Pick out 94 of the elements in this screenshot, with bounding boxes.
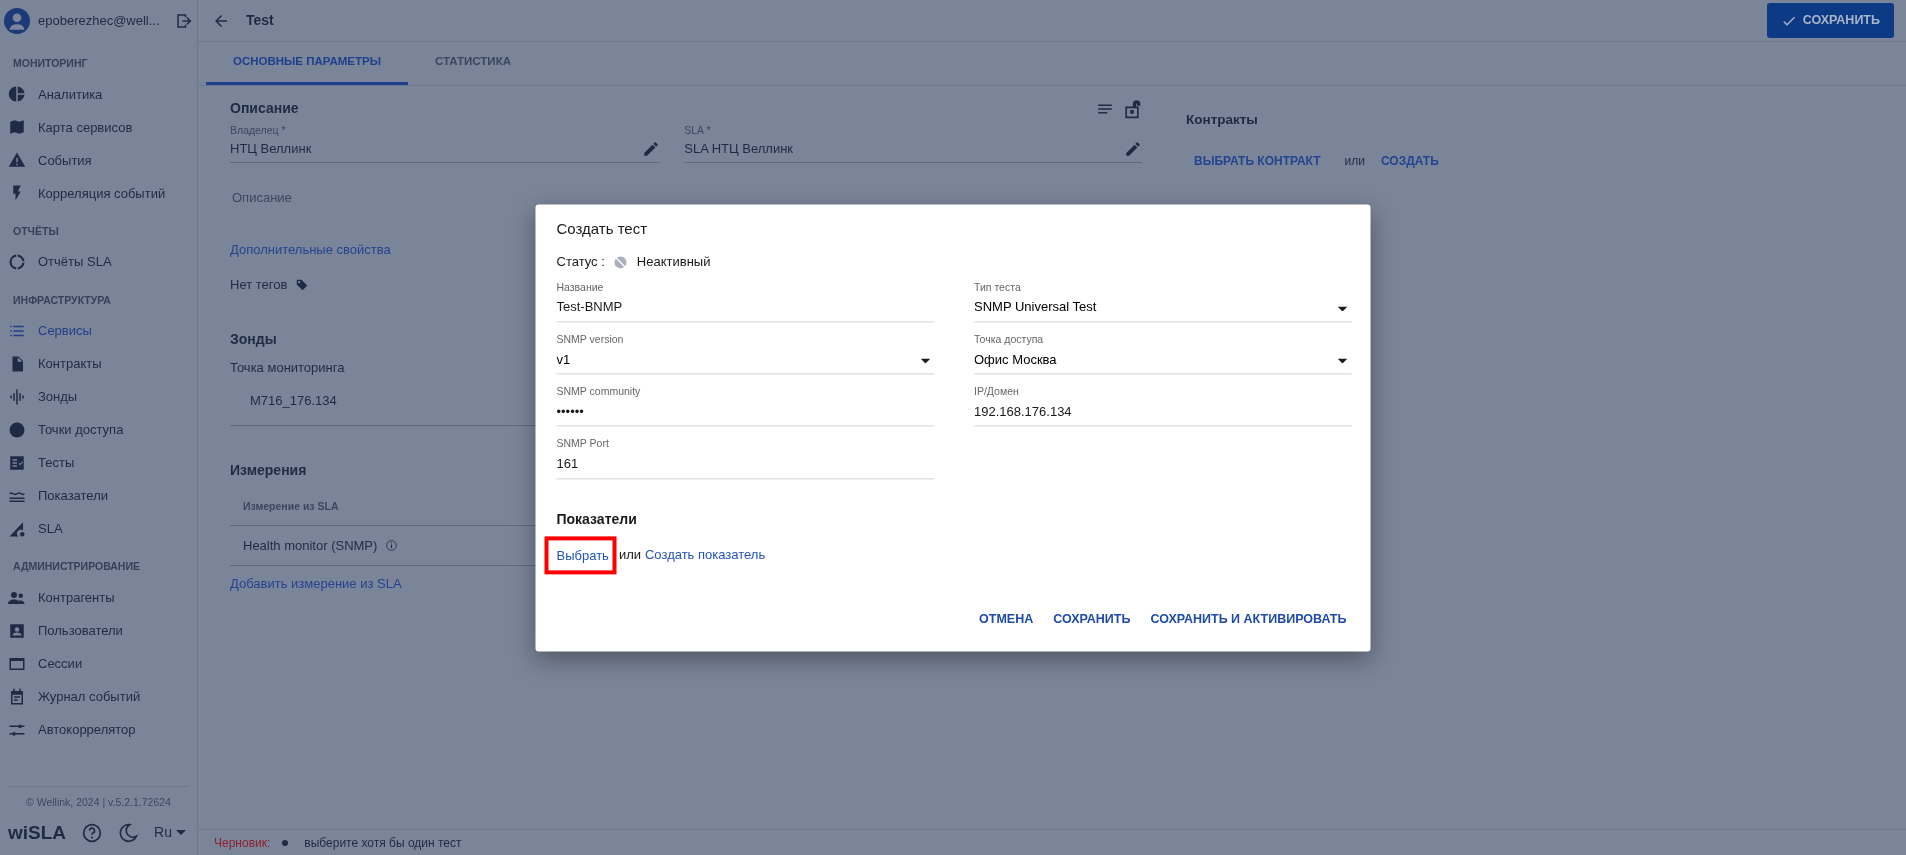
sidebar-item[interactable]: Сессии — [0, 647, 197, 680]
sidebar-item[interactable]: Аналитика — [0, 77, 197, 111]
waveform-icon — [8, 387, 26, 406]
bullet-icon — [282, 839, 289, 846]
tab[interactable]: СТАТИСТИКА — [408, 42, 538, 85]
table-cell-text: Health monitor (SNMP) — [243, 536, 378, 555]
sidebar-item[interactable]: SLA — [0, 512, 197, 546]
info-icon[interactable] — [385, 538, 399, 552]
pencil-icon[interactable] — [1124, 140, 1142, 159]
field-value: SLA НТЦ Веллинк — [684, 139, 795, 158]
field-label: Название — [556, 279, 605, 295]
checklist-icon — [8, 453, 26, 472]
dropdown-field[interactable]: Офис Москва — [974, 347, 1338, 374]
field-value: НТЦ Веллинк — [230, 139, 313, 158]
field-label: IP/Домен — [974, 384, 1020, 400]
tags-text: Нет тегов — [230, 276, 288, 295]
section-title: Контракты — [1186, 111, 1258, 129]
calendar-icon — [8, 687, 26, 706]
more-properties-link[interactable]: Дополнительные свойства — [230, 239, 391, 260]
field-label: SNMP Port — [556, 436, 610, 452]
field-label: SLA * — [684, 123, 712, 138]
sidebar-item[interactable]: Тесты — [0, 446, 197, 480]
dialog-button[interactable]: ОТМЕНА — [971, 604, 1042, 636]
section-title: Зонды — [230, 329, 277, 349]
tag-icon[interactable] — [295, 278, 310, 292]
section-title: Измерения — [230, 460, 307, 480]
input-field[interactable]: 192.168.176.134 — [974, 400, 1352, 427]
logout-icon[interactable] — [175, 12, 193, 30]
sidebar-item[interactable]: Зонды — [0, 380, 197, 414]
sidebar-item[interactable]: Отчёты SLA — [0, 245, 197, 279]
field-label: SNMP version — [556, 332, 625, 348]
input-field[interactable]: Test-BNMP — [556, 295, 934, 323]
draft-label: Черновик: — [214, 834, 271, 852]
or-text: или — [618, 546, 641, 565]
unlock-icon[interactable] — [1122, 98, 1142, 119]
sidebar-item[interactable]: События — [0, 143, 197, 177]
tab[interactable]: ОСНОВНЫЕ ПАРАМЕТРЫ — [206, 42, 408, 85]
caret-icon — [1337, 358, 1348, 364]
caret-icon — [1337, 305, 1348, 311]
user-email: epoberezhec@well... — [38, 12, 161, 31]
dropdown-field[interactable]: SNMP Universal Test — [974, 295, 1338, 322]
moon-icon[interactable] — [118, 822, 139, 843]
field-label: Тип теста — [974, 279, 1022, 295]
sidebar-item[interactable]: Карта сервисов — [0, 110, 197, 144]
help-icon[interactable] — [82, 822, 103, 843]
sidebar-item[interactable]: Автокоррелятор — [0, 713, 197, 746]
sidebar-item[interactable]: Контракты — [0, 347, 197, 381]
add-measurement-link[interactable]: Добавить измерение из SLA — [230, 574, 402, 594]
create-metric-link[interactable]: Создать показатель — [645, 545, 766, 565]
sidebar-item[interactable]: Контрагенты — [0, 581, 197, 614]
logo: wiSLA — [8, 820, 67, 845]
caret-icon — [175, 830, 186, 836]
field-label: Владелец * — [230, 123, 287, 138]
caret-icon — [920, 358, 930, 364]
sidebar-item[interactable]: Сервисы — [0, 314, 197, 348]
warning-icon — [8, 151, 26, 170]
status-message: выберите хотя бы один тест — [304, 834, 462, 852]
sidebar-item[interactable]: Журнал событий — [0, 680, 197, 713]
save-button[interactable]: СОХРАНИТЬ — [1766, 3, 1894, 38]
dialog-button[interactable]: СОХРАНИТЬ — [1045, 604, 1139, 636]
section-heading: ИНФРАСТРУКТУРА — [12, 292, 112, 308]
input-field[interactable]: •••••• — [556, 400, 934, 427]
or-text: или — [1344, 153, 1365, 171]
field-label: Точка доступа — [974, 332, 1045, 348]
field-label: SNMP community — [556, 384, 642, 400]
subsection-title: Точка мониторинга — [230, 358, 345, 377]
sidebar-item[interactable]: Показатели — [0, 479, 197, 513]
copyright-text: © Wellink, 2024 | v.5.2.1.72624 — [8, 785, 189, 819]
avatar-icon — [4, 8, 30, 34]
dropdown-field[interactable]: v1 — [556, 347, 920, 374]
sidebar-item[interactable]: Корреляция событий — [0, 176, 197, 210]
create-contract-link[interactable]: СОЗДАТЬ — [1381, 152, 1439, 171]
input-field[interactable]: 161 — [556, 452, 934, 479]
language-dropdown[interactable]: Ru — [154, 822, 186, 844]
dialog-button[interactable]: СОХРАНИТЬ И АКТИВИРОВАТЬ — [1142, 604, 1355, 636]
section-heading: ОТЧЁТЫ — [12, 223, 60, 239]
sidebar-item[interactable]: Точки доступа — [0, 413, 197, 447]
section-heading: АДМИНИСТРИРОВАНИЕ — [12, 559, 141, 575]
choose-contract-link[interactable]: ВЫБРАТЬ КОНТРАКТ — [1186, 152, 1329, 171]
status-label: Статус : — [556, 253, 605, 272]
page-title: Test — [246, 11, 275, 30]
select-link[interactable]: Выбрать — [544, 535, 617, 575]
section-title: Показатели — [556, 509, 638, 529]
pie-chart-icon — [8, 85, 26, 104]
circle-icon — [8, 420, 26, 439]
sidebar-item[interactable]: Пользователи — [0, 614, 197, 647]
circle-segments-icon — [8, 253, 26, 271]
section-heading: МОНИТОРИНГ — [12, 56, 89, 71]
pencil-icon[interactable] — [642, 140, 661, 159]
section-title: Описание — [230, 99, 300, 118]
status-value: Неактивный — [636, 253, 711, 272]
map-icon — [8, 118, 26, 137]
inactive-status-icon — [612, 254, 629, 271]
user-card-icon — [8, 621, 26, 640]
